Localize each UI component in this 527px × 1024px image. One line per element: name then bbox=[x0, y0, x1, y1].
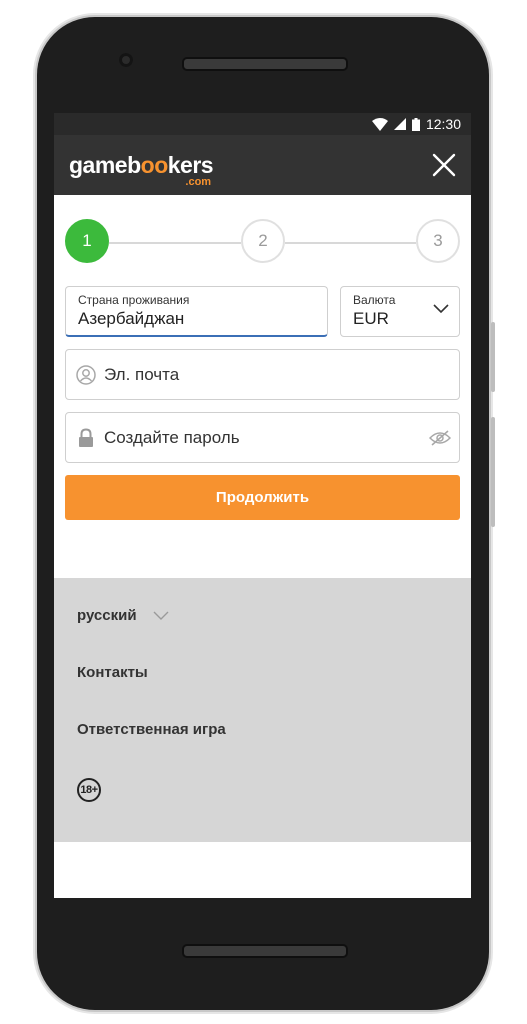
battery-icon bbox=[411, 117, 420, 131]
responsible-gaming-link[interactable]: Ответственная игра bbox=[77, 721, 226, 738]
close-button[interactable] bbox=[429, 150, 459, 180]
stepper: 1 2 3 bbox=[65, 219, 460, 267]
lock-icon bbox=[75, 427, 97, 449]
email-placeholder: Эл. почта bbox=[104, 364, 180, 384]
chevron-down-icon bbox=[153, 611, 169, 620]
signal-icon bbox=[393, 118, 406, 130]
email-field[interactable]: Эл. почта bbox=[65, 349, 460, 400]
step-3: 3 bbox=[416, 219, 460, 263]
continue-button[interactable]: Продолжить bbox=[65, 475, 460, 520]
country-label: Страна проживания bbox=[78, 293, 190, 307]
language-label: русский bbox=[77, 607, 137, 624]
currency-value: EUR bbox=[353, 309, 389, 328]
user-icon bbox=[75, 364, 97, 386]
registration-form: 1 2 3 Страна проживания Азербайджан Валю… bbox=[54, 219, 471, 520]
currency-label: Валюта bbox=[353, 293, 396, 307]
language-selector[interactable]: русский bbox=[77, 607, 169, 624]
close-icon bbox=[432, 153, 456, 177]
volume-button bbox=[491, 322, 495, 392]
country-select[interactable]: Страна проживания Азербайджан bbox=[65, 286, 328, 337]
speaker-bottom bbox=[182, 944, 348, 958]
contacts-link[interactable]: Контакты bbox=[77, 664, 148, 681]
app-bar: gamebookers .com bbox=[54, 135, 471, 195]
eye-off-icon[interactable] bbox=[429, 429, 451, 446]
gamebookers-logo[interactable]: gamebookers .com bbox=[69, 153, 214, 187]
step-connector bbox=[285, 242, 416, 244]
password-field[interactable]: Создайте пароль bbox=[65, 412, 460, 463]
status-bar: 12:30 bbox=[54, 113, 471, 135]
chevron-down-icon bbox=[433, 304, 449, 314]
wifi-icon bbox=[371, 117, 388, 131]
country-value: Азербайджан bbox=[78, 309, 185, 328]
password-placeholder: Создайте пароль bbox=[104, 427, 240, 447]
age-restriction-badge: 18+ bbox=[77, 778, 101, 802]
camera bbox=[119, 53, 133, 67]
speaker-top bbox=[182, 57, 348, 71]
status-time: 12:30 bbox=[425, 116, 461, 132]
screen: 12:30 gamebookers .com 1 2 3 Страна прож… bbox=[54, 113, 471, 898]
step-connector bbox=[109, 242, 241, 244]
step-2: 2 bbox=[241, 219, 285, 263]
currency-select[interactable]: Валюта EUR bbox=[340, 286, 460, 337]
step-1: 1 bbox=[65, 219, 109, 263]
footer: русский Контакты Ответственная игра 18+ bbox=[54, 578, 471, 842]
power-button bbox=[491, 417, 495, 527]
